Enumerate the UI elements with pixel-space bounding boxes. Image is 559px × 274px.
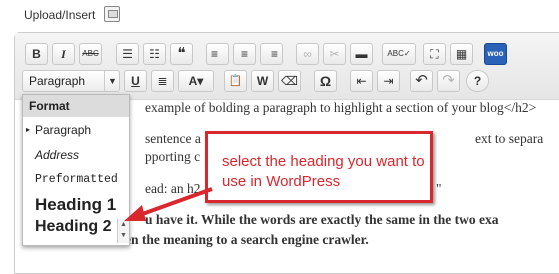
outdent-button[interactable]: ⇤ <box>350 70 373 92</box>
woo-button[interactable]: woo <box>484 43 507 65</box>
upload-insert-label[interactable]: Upload/Insert <box>24 8 95 22</box>
italic-button[interactable]: I <box>52 43 75 65</box>
content-line: " <box>436 181 442 196</box>
spellcheck-button[interactable]: ABC✓ <box>382 43 416 65</box>
insert-link-button[interactable]: ∞ <box>296 43 319 65</box>
format-option-heading-1[interactable]: Heading 1 <box>35 195 116 215</box>
format-option-preformatted[interactable]: Preformatted <box>35 173 118 186</box>
content-line: ext to separa <box>475 131 544 146</box>
scroll-down-icon[interactable]: ▼ <box>118 230 129 241</box>
align-right-button[interactable]: ≡ <box>260 43 283 65</box>
align-left-button[interactable]: ≡ <box>206 43 229 65</box>
text-color-button[interactable]: A▾ <box>178 70 214 92</box>
selected-marker-icon: ▸ <box>26 125 31 134</box>
redo-button[interactable]: ↷ <box>437 70 460 92</box>
format-option-heading-2[interactable]: Heading 2 <box>35 218 111 236</box>
format-option-address[interactable]: Address <box>35 148 79 162</box>
chevron-down-icon[interactable]: ▼ <box>104 71 120 91</box>
arrow-head-icon <box>124 205 146 221</box>
indent-button[interactable]: ⇥ <box>377 70 400 92</box>
content-line: example of bolding a paragraph to highli… <box>145 100 537 115</box>
numbered-list-button[interactable]: ☷ <box>143 43 166 65</box>
align-center-button[interactable]: ≡ <box>233 43 256 65</box>
bullet-list-button[interactable]: ☰ <box>116 43 139 65</box>
special-char-button[interactable]: Ω <box>314 70 337 92</box>
content-line: en the meaning to a search engine crawle… <box>125 232 369 247</box>
bold-button[interactable]: B <box>25 43 48 65</box>
undo-button[interactable]: ↶ <box>410 70 433 92</box>
annotation-arrow <box>124 187 213 221</box>
unlink-button[interactable]: ✂ <box>323 43 346 65</box>
clear-formatting-button[interactable]: ⌫ <box>278 70 301 92</box>
dropdown-header: Format <box>23 95 129 117</box>
format-dropdown-menu: Format ▸ Paragraph Address Preformatted … <box>22 94 130 246</box>
strikethrough-button[interactable]: ABC <box>79 43 102 65</box>
blockquote-button[interactable]: ❝ <box>170 43 193 65</box>
fullscreen-button[interactable]: ⛶ <box>423 43 446 65</box>
insert-more-button[interactable]: ▬ <box>350 43 373 65</box>
kitchen-sink-button[interactable]: ▦ <box>450 43 473 65</box>
paste-word-button[interactable]: W <box>251 70 274 92</box>
underline-button[interactable]: U <box>124 70 147 92</box>
justify-button[interactable]: ≣ <box>151 70 174 92</box>
format-option-paragraph[interactable]: Paragraph <box>35 123 91 137</box>
paste-text-button[interactable]: 📋 <box>224 70 247 92</box>
callout-text: select the heading you want to use in Wo… <box>222 153 425 190</box>
help-button[interactable]: ? <box>466 70 489 92</box>
arrow-shaft <box>133 187 213 219</box>
add-media-icon[interactable] <box>104 6 120 22</box>
